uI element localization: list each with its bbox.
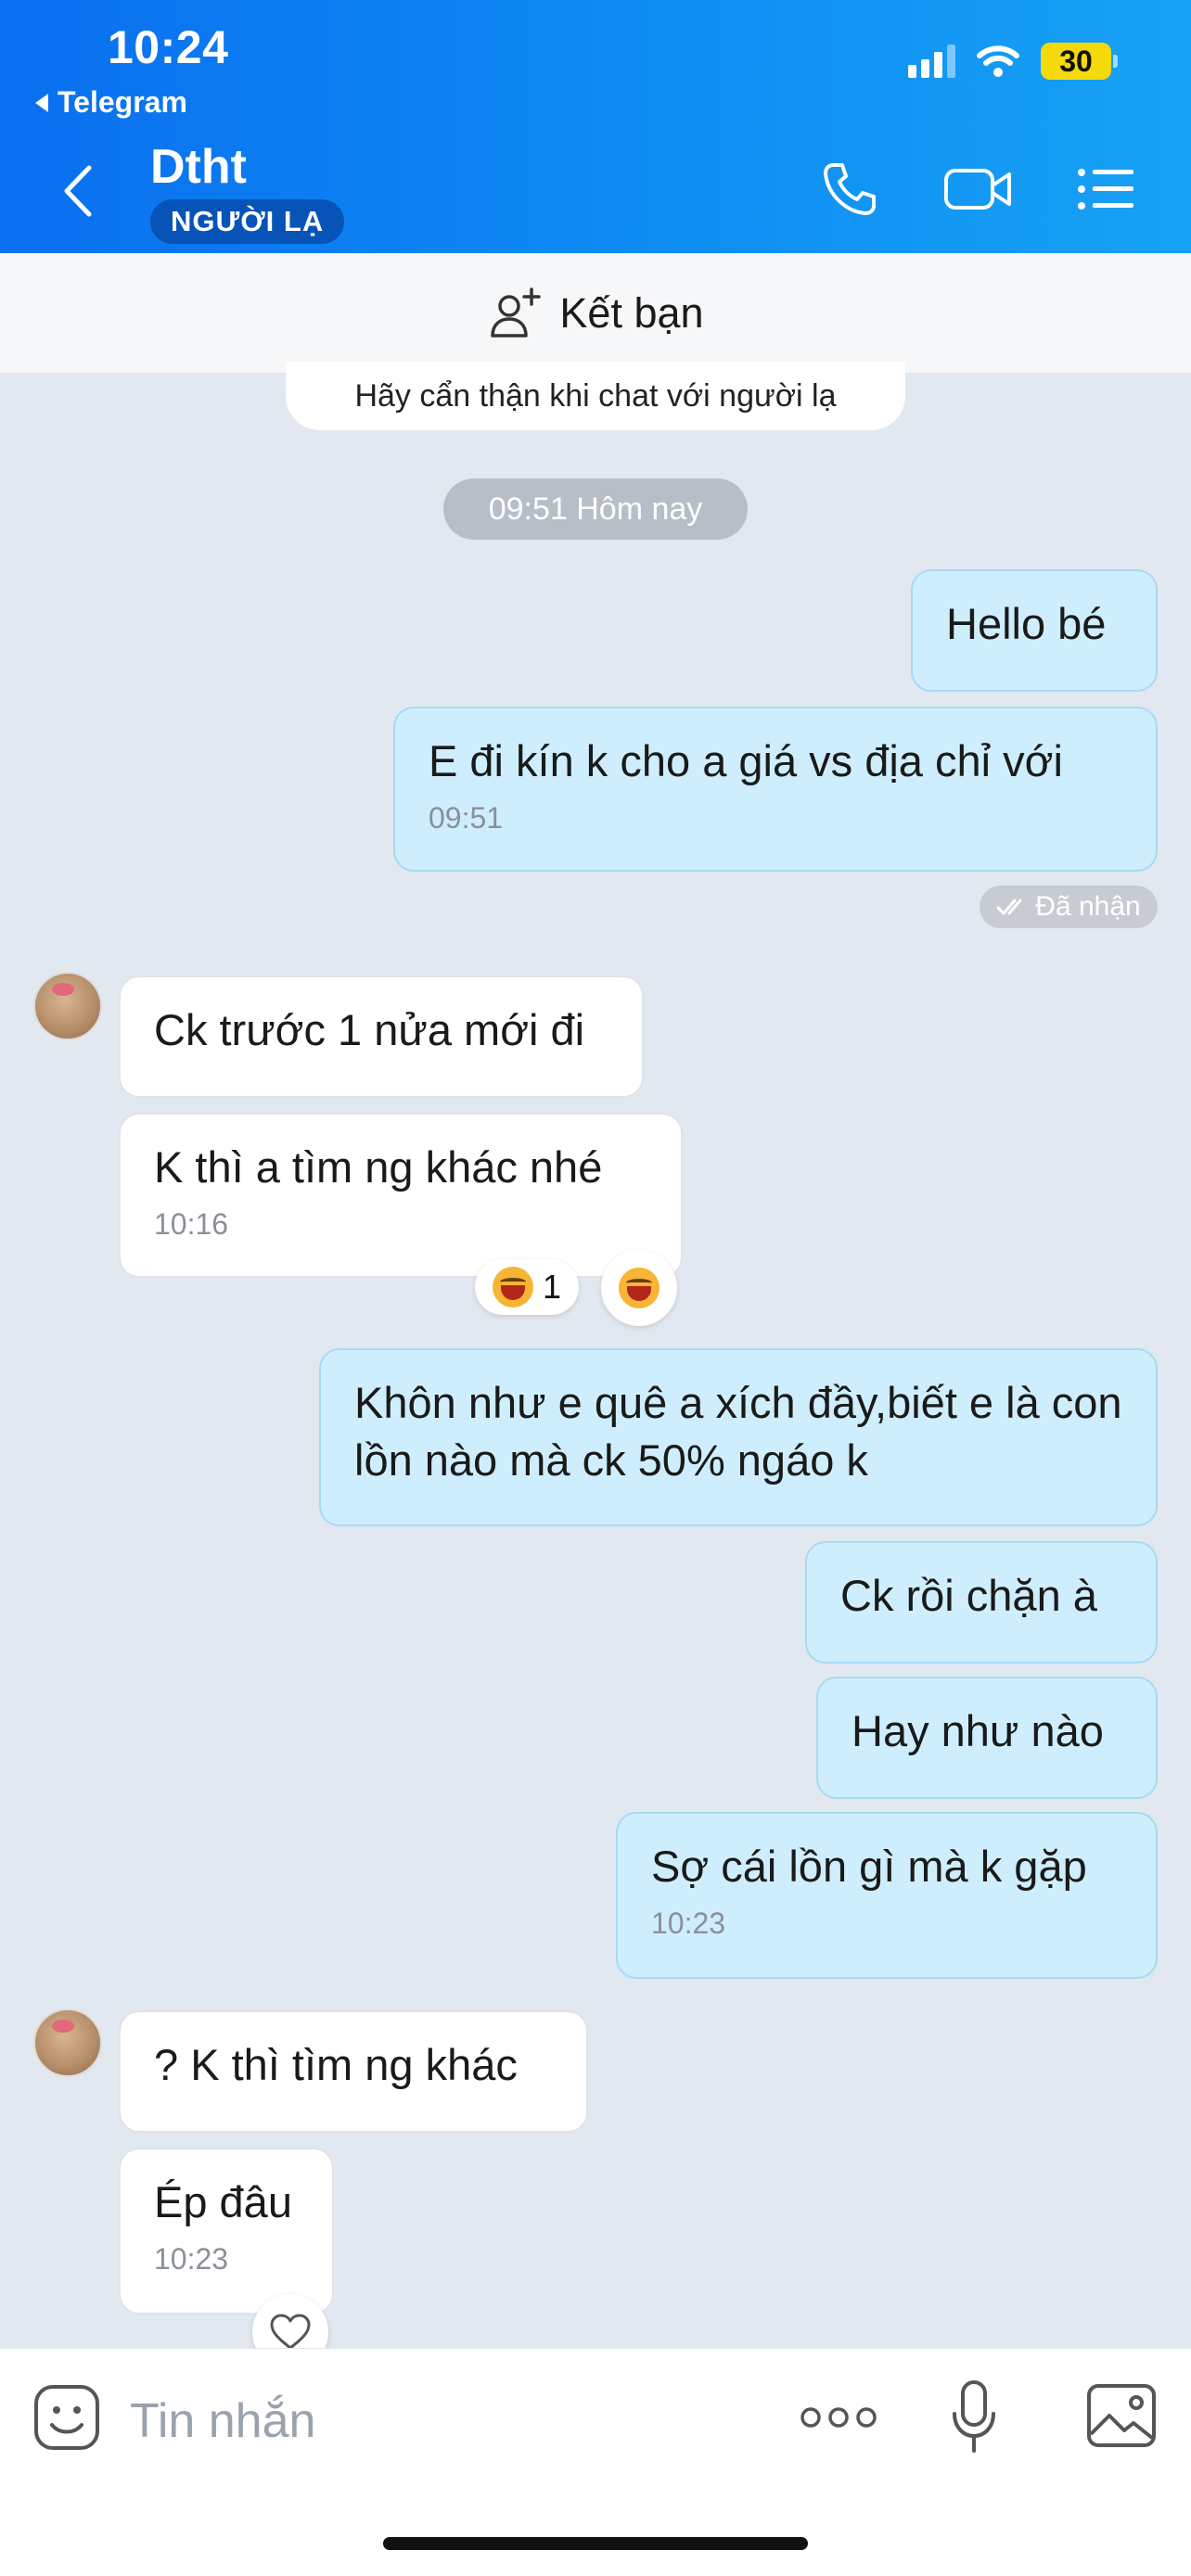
phone-icon[interactable] <box>820 159 879 219</box>
add-user-icon <box>491 287 542 338</box>
back-app-label: Telegram <box>58 85 187 119</box>
message-bubble-outgoing[interactable]: Khôn như e quê a xích đầy,biết e là con … <box>319 1348 1158 1526</box>
message-bubble-outgoing[interactable]: Hay như nào <box>816 1677 1158 1799</box>
message-text: ? K thì tìm ng khác <box>154 2040 518 2089</box>
status-time: 10:24 <box>108 21 229 73</box>
reaction-summary[interactable]: 1 <box>475 1259 579 1315</box>
double-check-icon <box>996 899 1022 915</box>
message-text: Hay như nào <box>852 1706 1104 1755</box>
message-text: K thì a tìm ng khác nhé <box>154 1142 603 1192</box>
stranger-warning: Hãy cẩn thận khi chat với người lạ <box>286 362 905 430</box>
message-text: Ck trước 1 nửa mới đi <box>154 1005 585 1054</box>
message-bubble-incoming[interactable]: Ép đâu 10:23 <box>119 2148 334 2315</box>
status-icons: 30 <box>908 43 1118 80</box>
laughing-emoji-icon <box>619 1268 660 1308</box>
message-text: Ck rồi chặn à <box>840 1571 1097 1620</box>
message-bubble-incoming[interactable]: Ck trước 1 nửa mới đi <box>119 976 644 1098</box>
back-to-app-link[interactable]: Telegram <box>35 85 187 120</box>
message-bubble-outgoing[interactable]: Ck rồi chặn à <box>805 1541 1158 1664</box>
message-time: 10:23 <box>651 1906 726 1940</box>
message-time: 09:51 <box>429 801 504 835</box>
sticker-icon[interactable] <box>32 2382 102 2453</box>
video-call-icon[interactable] <box>942 159 1015 219</box>
stranger-badge: NGƯỜI LẠ <box>150 199 345 244</box>
microphone-icon[interactable] <box>950 2378 998 2456</box>
heart-icon <box>270 2314 311 2350</box>
message-text: Khôn như e quê a xích đầy,biết e là con … <box>354 1378 1122 1485</box>
more-options-icon[interactable] <box>800 2401 877 2434</box>
message-text: E đi kín k cho a giá vs địa chỉ với <box>429 736 1063 785</box>
delivery-status: Đã nhận <box>980 886 1158 928</box>
back-arrow-icon[interactable] <box>59 162 96 220</box>
contact-avatar[interactable] <box>33 2009 102 2077</box>
laughing-emoji-icon <box>492 1267 533 1307</box>
message-time: 10:16 <box>154 1207 229 1241</box>
wifi-icon <box>977 45 1019 77</box>
battery-level: 30 <box>1059 44 1093 78</box>
battery-icon: 30 <box>1041 43 1118 80</box>
chat-header: 10:24 Telegram 30 Dtht NGƯỜI LẠ <box>0 0 1191 253</box>
add-friend-label: Kết bạn <box>559 288 704 337</box>
back-triangle-icon <box>35 93 48 112</box>
menu-list-icon[interactable] <box>1076 159 1137 219</box>
message-bubble-outgoing[interactable]: Hello bé <box>911 569 1158 692</box>
signal-icon <box>908 45 955 78</box>
contact-avatar[interactable] <box>33 972 102 1040</box>
image-gallery-icon[interactable] <box>1085 2382 1158 2449</box>
add-reaction-button[interactable] <box>601 1250 677 1326</box>
message-bubble-outgoing[interactable]: E đi kín k cho a giá vs địa chỉ với 09:5… <box>393 707 1158 872</box>
message-text: Sợ cái lồn gì mà k gặp <box>651 1842 1087 1891</box>
reaction-count: 1 <box>542 1268 562 1306</box>
message-bubble-incoming[interactable]: ? K thì tìm ng khác <box>119 2010 588 2133</box>
message-time: 10:23 <box>154 2242 229 2276</box>
message-bubble-outgoing[interactable]: Sợ cái lồn gì mà k gặp 10:23 <box>616 1812 1158 1979</box>
contact-name[interactable]: Dtht <box>150 139 247 195</box>
add-friend-button[interactable]: Kết bạn <box>0 253 1191 374</box>
delivery-status-label: Đã nhận <box>1035 891 1141 922</box>
date-separator: 09:51 Hôm nay <box>443 478 748 540</box>
message-input[interactable] <box>130 2384 724 2458</box>
message-bubble-incoming[interactable]: K thì a tìm ng khác nhé 10:16 <box>119 1113 683 1278</box>
home-indicator <box>383 2537 808 2550</box>
message-text: Ép đâu <box>154 2177 292 2226</box>
message-text: Hello bé <box>946 599 1107 648</box>
